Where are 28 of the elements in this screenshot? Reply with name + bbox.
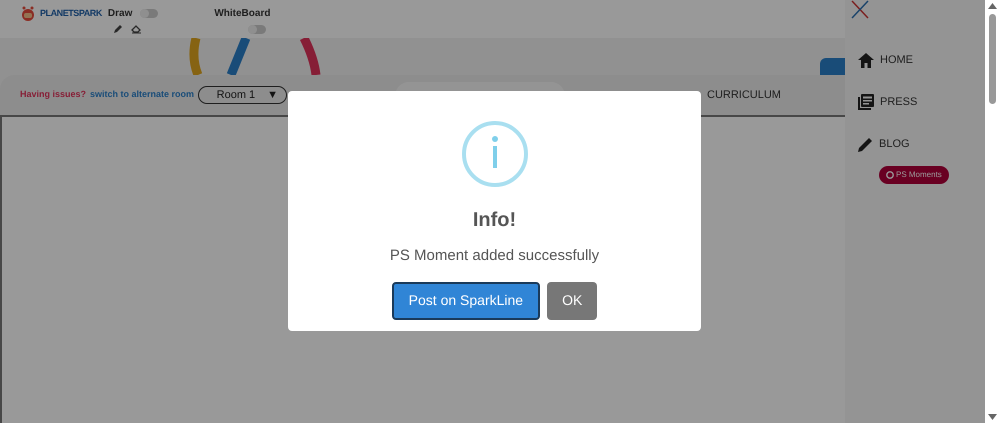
sidebar-item[interactable]: PRESS	[858, 92, 918, 112]
post-button[interactable]: Post on SparkLine	[392, 282, 540, 320]
info-icon	[462, 121, 528, 187]
whiteboard-toggle[interactable]	[248, 25, 266, 34]
newspaper-icon	[858, 94, 874, 110]
curriculum-tab[interactable]: CURRICULUM	[707, 87, 781, 104]
pencil-icon	[858, 136, 873, 152]
dialog-title: Info!	[472, 208, 516, 233]
ok-button[interactable]: OK	[547, 282, 598, 320]
scroll-up-icon[interactable]	[988, 3, 997, 9]
close-icon[interactable]	[851, 0, 869, 19]
dialog-message: PS Moment added successfully	[390, 246, 600, 266]
scroll-down-icon[interactable]	[988, 414, 997, 420]
alternate-room-link[interactable]: switch to alternate room	[90, 88, 194, 102]
ps-moments-badge[interactable]: PS Moments	[879, 166, 949, 184]
pencil-icon[interactable]	[112, 24, 123, 34]
sidebar-item[interactable]: HOME	[858, 50, 918, 70]
whiteboard-label: WhiteBoard	[214, 7, 270, 21]
sidebar-item[interactable]: BLOG	[858, 134, 918, 154]
draw-toggle[interactable]	[140, 9, 158, 18]
eraser-icon[interactable]	[130, 24, 142, 34]
home-icon	[858, 52, 874, 68]
logo-text: PLANETSPARK	[40, 7, 102, 20]
scrollbar-thumb[interactable]	[989, 14, 996, 104]
mascot-icon	[20, 6, 36, 22]
issue-text: Having issues?	[20, 88, 86, 102]
draw-label: Draw	[108, 7, 132, 21]
room-select[interactable]: Room 1 ▼	[198, 86, 288, 104]
